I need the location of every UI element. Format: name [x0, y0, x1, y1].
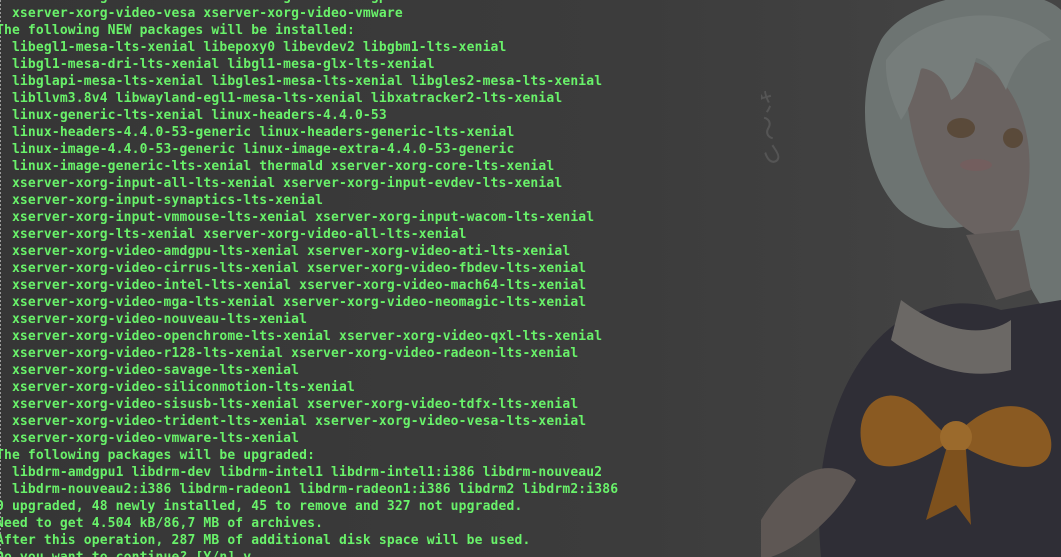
terminal-line: linux-image-generic-lts-xenial thermald …	[0, 159, 555, 174]
terminal-line: After this operation, 287 MB of addition…	[0, 533, 531, 548]
terminal-line: xserver-xorg-video-r128-lts-xenial xserv…	[0, 346, 579, 361]
handwriting: む〜っ	[761, 87, 791, 170]
terminal-line: libgl1-mesa-dri-lts-xenial libgl1-mesa-g…	[0, 57, 435, 72]
terminal-output: xserver-xorg-video-all xserver-xorg-vide…	[0, 0, 618, 557]
terminal-line: 0 upgraded, 48 newly installed, 45 to re…	[0, 499, 523, 514]
terminal-line: libglapi-mesa-lts-xenial libgles1-mesa-l…	[0, 74, 603, 89]
terminal-line: xserver-xorg-video-intel-lts-xenial xser…	[0, 278, 587, 293]
terminal-line: Do you want to continue? [Y/n] y	[0, 549, 618, 557]
terminal-line: The following packages will be upgraded:	[0, 448, 316, 463]
terminal-line: xserver-xorg-video-siliconmotion-lts-xen…	[0, 380, 355, 395]
terminal-line: xserver-xorg-video-savage-lts-xenial	[0, 363, 300, 378]
terminal-line: xserver-xorg-video-nouveau-lts-xenial	[0, 312, 308, 327]
terminal-line: linux-generic-lts-xenial linux-headers-4…	[0, 108, 387, 123]
terminal-line: Need to get 4.504 kB/86,7 MB of archives…	[0, 516, 324, 531]
terminal-line: The following NEW packages will be insta…	[0, 23, 355, 38]
terminal-line: libegl1-mesa-lts-xenial libepoxy0 libevd…	[0, 40, 507, 55]
terminal-window[interactable]: む〜っ xserver-xorg-video-all xserver-xorg-…	[0, 0, 1061, 557]
terminal-line: xserver-xorg-video-cirrus-lts-xenial xse…	[0, 261, 587, 276]
terminal-line: xserver-xorg-video-sisusb-lts-xenial xse…	[0, 397, 579, 412]
terminal-line: libdrm-amdgpu1 libdrm-dev libdrm-intel1 …	[0, 465, 603, 480]
terminal-line: libdrm-nouveau2:i386 libdrm-radeon1 libd…	[0, 482, 619, 497]
terminal-line: xserver-xorg-video-vmware-lts-xenial	[0, 431, 300, 446]
terminal-line: xserver-xorg-video-openchrome-lts-xenial…	[0, 329, 603, 344]
anime-girl-wallpaper-icon: む〜っ	[761, 0, 1061, 557]
terminal-line: xserver-xorg-input-vmmouse-lts-xenial xs…	[0, 210, 595, 225]
terminal-line: xserver-xorg-input-synaptics-lts-xenial	[0, 193, 324, 208]
terminal-line: linux-image-4.4.0-53-generic linux-image…	[0, 142, 515, 157]
terminal-line: linux-headers-4.4.0-53-generic linux-hea…	[0, 125, 515, 140]
terminal-line: xserver-xorg-lts-xenial xserver-xorg-vid…	[0, 227, 467, 242]
terminal-line: xserver-xorg-video-mga-lts-xenial xserve…	[0, 295, 587, 310]
terminal-line: xserver-xorg-video-amdgpu-lts-xenial xse…	[0, 244, 571, 259]
terminal-line: libllvm3.8v4 libwayland-egl1-mesa-lts-xe…	[0, 91, 563, 106]
terminal-line: xserver-xorg-input-all-lts-xenial xserve…	[0, 176, 563, 191]
terminal-line: xserver-xorg-video-trident-lts-xenial xs…	[0, 414, 587, 429]
terminal-line: xserver-xorg-video-vesa xserver-xorg-vid…	[0, 6, 403, 21]
